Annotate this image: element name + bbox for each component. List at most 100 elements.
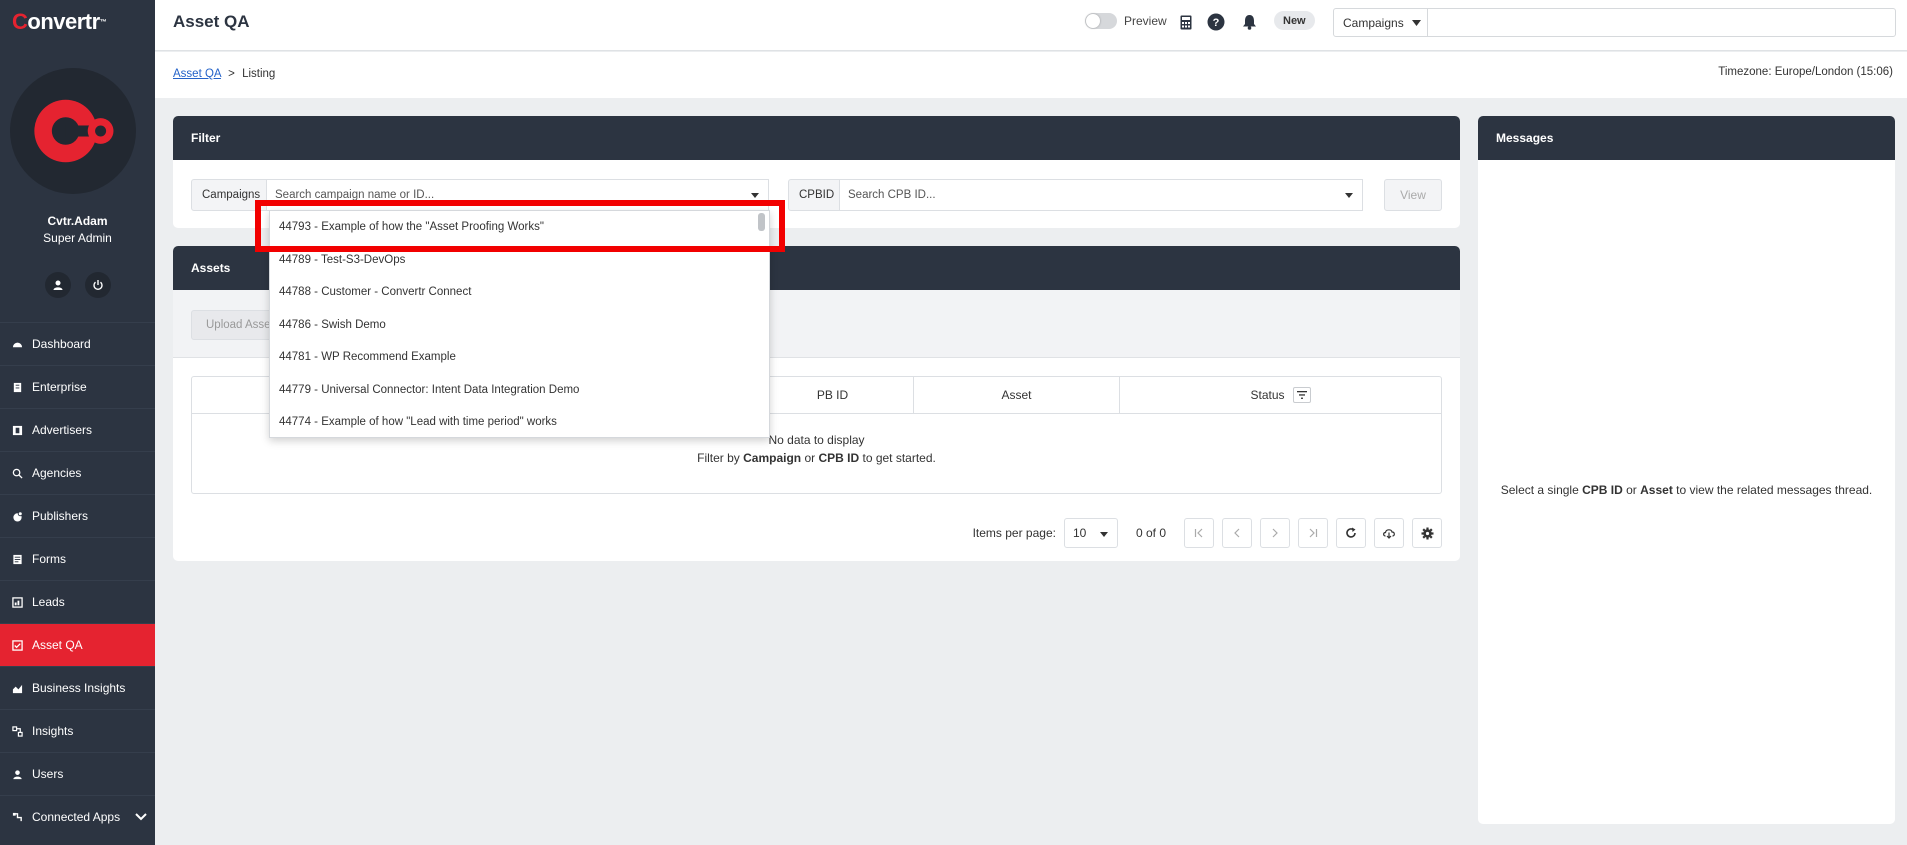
highlight-annotation-box (255, 200, 785, 252)
user-role: Super Admin (43, 231, 112, 245)
business-insights-icon (12, 684, 23, 693)
sidebar-item-leads[interactable]: Leads (0, 580, 155, 623)
profile-button[interactable] (44, 272, 71, 298)
global-search-input[interactable] (1427, 8, 1896, 37)
convertr-avatar-icon (34, 99, 114, 163)
dropdown-option[interactable]: 44781 - WP Recommend Example (270, 341, 769, 374)
sidebar-item-label: Users (32, 767, 64, 781)
caret-down-icon (1345, 193, 1353, 198)
caret-down-icon (1411, 19, 1421, 26)
sidebar-item-label: Asset QA (32, 638, 83, 652)
breadcrumb-separator: > (228, 68, 235, 80)
notifications-button[interactable] (1240, 13, 1258, 31)
sidebar-item-label: Agencies (32, 466, 82, 480)
column-header-asset[interactable]: Asset (913, 377, 1119, 413)
user-icon (53, 280, 62, 290)
sidebar-item-enterprise[interactable]: Enterprise (0, 365, 155, 408)
sidebar-item-advertisers[interactable]: Advertisers (0, 408, 155, 451)
chevron-down-icon (135, 813, 147, 821)
sidebar-item-connected-apps[interactable]: Connected Apps (0, 795, 155, 838)
sidebar-item-publishers[interactable]: Publishers (0, 494, 155, 537)
empty-cpb: CPB ID (818, 451, 860, 465)
last-page-button[interactable] (1298, 518, 1328, 548)
sidebar-item-insights[interactable]: Insights (0, 709, 155, 752)
sidebar: C onvertr ™ Cvtr.Adam Super Admin Dashbo… (0, 0, 155, 845)
status-filter-button[interactable] (1292, 387, 1311, 403)
caret-down-icon (751, 193, 759, 198)
sidebar-item-label: Publishers (32, 509, 89, 523)
column-header-cpb-id[interactable]: PB ID (752, 377, 913, 413)
top-header: Asset QA Preview ? New Campaigns (155, 0, 1907, 51)
messages-asset: Asset (1640, 483, 1673, 497)
connected-apps-icon (12, 812, 22, 821)
insights-icon (12, 725, 23, 737)
last-page-icon (1309, 528, 1318, 538)
power-icon (92, 280, 103, 291)
breadcrumb-root-link[interactable]: Asset QA (173, 68, 221, 80)
refresh-icon (1346, 527, 1356, 538)
cpbid-search-placeholder: Search CPB ID... (848, 189, 936, 201)
sidebar-item-label: Business Insights (32, 681, 126, 695)
items-per-page-select[interactable]: 10 (1063, 518, 1118, 548)
sidebar-item-users[interactable]: Users (0, 752, 155, 795)
filter-panel-title: Filter (173, 116, 1460, 160)
next-page-button[interactable] (1260, 518, 1290, 548)
cloud-download-icon (1383, 529, 1395, 539)
empty-campaign: Campaign (743, 451, 802, 465)
sidebar-item-dashboard[interactable]: Dashboard (0, 322, 155, 365)
logout-button[interactable] (84, 272, 111, 298)
first-page-button[interactable] (1184, 518, 1214, 548)
empty-post: to get started. (859, 451, 936, 465)
sidebar-item-label: Insights (32, 724, 74, 738)
calculator-icon (1180, 15, 1192, 29)
chevron-left-icon (1234, 528, 1240, 538)
caret-down-icon (1099, 532, 1108, 537)
dropdown-option[interactable]: 44774 - Example of how "Lead with time p… (270, 406, 769, 437)
user-actions (0, 272, 155, 298)
breadcrumb-current: Listing (242, 68, 276, 80)
user-name: Cvtr.Adam (47, 214, 108, 228)
sidebar-item-label: Enterprise (32, 380, 87, 394)
table-settings-button[interactable] (1412, 518, 1442, 548)
sidebar-item-agencies[interactable]: Agencies (0, 451, 155, 494)
sidebar-item-label: Dashboard (32, 337, 91, 351)
dashboard-icon (12, 342, 23, 347)
column-header-status[interactable]: Status (1119, 377, 1441, 413)
help-button[interactable]: ? (1207, 13, 1225, 31)
download-button[interactable] (1374, 518, 1404, 548)
messages-panel-title: Messages (1478, 116, 1895, 160)
logo-mark: C (12, 9, 28, 34)
view-button[interactable]: View (1384, 179, 1442, 211)
advertisers-icon (12, 425, 23, 435)
convertr-logo[interactable]: C onvertr ™ (0, 0, 155, 44)
sidebar-item-label: Forms (32, 552, 66, 566)
sidebar-item-forms[interactable]: Forms (0, 537, 155, 580)
preview-toggle-group[interactable]: Preview (1085, 13, 1167, 29)
messages-empty-state: Select a single CPB ID or Asset to view … (1478, 160, 1895, 820)
campaigns-scope-label: Campaigns (1343, 15, 1404, 30)
sidebar-item-asset-qa[interactable]: Asset QA (0, 623, 155, 666)
messages-cpb: CPB ID (1582, 483, 1623, 497)
dropdown-option[interactable]: 44788 - Customer - Convertr Connect (270, 276, 769, 309)
breadcrumb-bar: Asset QA > Listing Timezone: Europe/Lond… (155, 52, 1907, 98)
pagination: Items per page: 10 0 of 0 (973, 518, 1442, 548)
preview-toggle[interactable] (1085, 13, 1117, 29)
dropdown-option[interactable]: 44779 - Universal Connector: Intent Data… (270, 374, 769, 407)
filter-lines-icon (1296, 391, 1307, 399)
new-badge[interactable]: New (1274, 11, 1315, 30)
publishers-icon (13, 510, 23, 522)
campaigns-scope-select[interactable]: Campaigns (1333, 8, 1428, 37)
refresh-button[interactable] (1336, 518, 1366, 548)
sidebar-item-business-insights[interactable]: Business Insights (0, 666, 155, 709)
sidebar-item-label: Connected Apps (32, 810, 121, 824)
calculator-button[interactable] (1177, 13, 1195, 31)
cpbid-search-input[interactable]: Search CPB ID... (840, 179, 1363, 211)
messages-pre: Select a single (1500, 483, 1583, 497)
chevron-right-icon (1272, 528, 1278, 538)
gear-icon (1421, 527, 1433, 539)
prev-page-button[interactable] (1222, 518, 1252, 548)
first-page-icon (1194, 528, 1203, 538)
leads-icon (12, 596, 23, 608)
messages-post: to view the related messages thread. (1672, 483, 1873, 497)
dropdown-option[interactable]: 44786 - Swish Demo (270, 309, 769, 342)
